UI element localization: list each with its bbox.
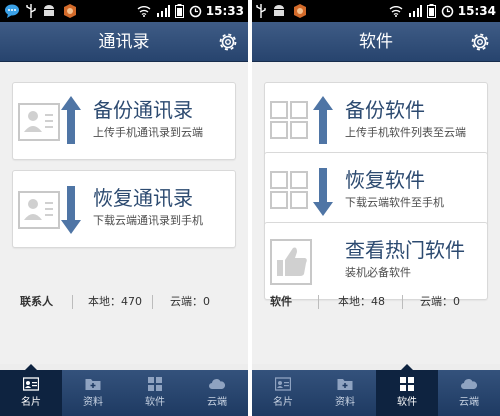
restore-contacts-card[interactable]: 恢复通讯录 下载云端通讯录到手机 [12, 170, 236, 248]
tab-profile[interactable]: 资料 [62, 370, 124, 416]
main-content: 备份软件 上传手机软件列表至云端 恢复软件 下载云端软件至手机 查看热门软件 装… [252, 62, 500, 364]
cloud-icon [209, 379, 225, 389]
stats-divider [318, 295, 319, 309]
stats-local: 本地：48 [338, 295, 385, 308]
android-icon [44, 5, 54, 16]
usb-icon [256, 4, 266, 18]
stage: 15:33 通讯录 备份通讯录 上传手机通讯录到云端 恢复通讯录 下载云端通讯录… [0, 0, 500, 416]
cloud-icon [461, 379, 477, 389]
status-time: 15:34 [457, 4, 496, 18]
thumbs-up-icon [270, 239, 312, 285]
card-title: 备份通讯录 [93, 98, 193, 122]
hot-software-card[interactable]: 查看热门软件 装机必备软件 [264, 222, 488, 300]
card-title: 查看热门软件 [345, 238, 465, 262]
backup-contacts-card[interactable]: 备份通讯录 上传手机通讯录到云端 [12, 82, 236, 160]
tab-label: 云端 [207, 397, 227, 408]
wifi-icon [389, 6, 403, 17]
apps-download-icon [270, 168, 333, 216]
signal-icon [157, 5, 170, 17]
tab-cloud[interactable]: 云端 [186, 370, 248, 416]
gear-icon[interactable] [216, 30, 240, 54]
title-bar: 通讯录 [0, 22, 248, 62]
card-subtitle: 上传手机通讯录到云端 [93, 126, 203, 139]
stats-row: 软件 本地：48 云端：0 [252, 294, 500, 310]
contact-download-icon [18, 186, 81, 234]
id-card-icon [275, 377, 291, 391]
status-time: 15:33 [205, 4, 244, 18]
card-subtitle: 下载云端软件至手机 [345, 196, 444, 209]
gear-icon[interactable] [468, 30, 492, 54]
stats-row: 联系人 本地：470 云端：0 [0, 294, 248, 310]
usb-icon [26, 4, 36, 18]
card-subtitle: 装机必备软件 [345, 266, 411, 279]
app-notification-icon [294, 4, 306, 18]
stats-divider [72, 295, 73, 309]
apps-grid-icon [148, 377, 162, 391]
page-title: 通讯录 [98, 32, 150, 52]
tab-label: 软件 [397, 397, 417, 408]
apps-upload-icon [270, 96, 333, 144]
tab-label: 名片 [21, 397, 41, 408]
folder-add-icon [337, 379, 353, 390]
tab-label: 云端 [459, 397, 479, 408]
stats-divider [402, 295, 403, 309]
tab-label: 资料 [335, 397, 355, 408]
tab-card[interactable]: 名片 [0, 370, 62, 416]
title-bar: 软件 [252, 22, 500, 62]
alarm-icon [441, 5, 454, 17]
stats-divider [152, 295, 153, 309]
restore-software-card[interactable]: 恢复软件 下载云端软件至手机 [264, 152, 488, 230]
chat-bubble-icon [5, 4, 19, 18]
tab-cloud[interactable]: 云端 [438, 370, 500, 416]
tab-bar: 名片 资料 软件 云端 [0, 370, 248, 416]
battery-icon [175, 4, 184, 18]
card-title: 备份软件 [345, 98, 425, 122]
stats-cloud: 云端：0 [170, 295, 210, 308]
stats-label: 软件 [270, 295, 292, 308]
stats-cloud: 云端：0 [420, 295, 460, 308]
tab-profile[interactable]: 资料 [314, 370, 376, 416]
stats-label: 联系人 [20, 295, 53, 308]
wifi-icon [137, 6, 151, 17]
contacts-screen: 15:33 通讯录 备份通讯录 上传手机通讯录到云端 恢复通讯录 下载云端通讯录… [0, 0, 248, 416]
backup-software-card[interactable]: 备份软件 上传手机软件列表至云端 [264, 82, 488, 160]
tab-label: 软件 [145, 397, 165, 408]
tab-label: 资料 [83, 397, 103, 408]
tab-bar: 名片 资料 软件 云端 [252, 370, 500, 416]
android-icon [274, 5, 284, 16]
card-title: 恢复软件 [345, 168, 425, 192]
card-subtitle: 下载云端通讯录到手机 [93, 214, 203, 227]
id-card-icon [23, 377, 39, 391]
battery-icon [427, 4, 436, 18]
tab-label: 名片 [273, 397, 293, 408]
alarm-icon [189, 5, 202, 17]
tab-card[interactable]: 名片 [252, 370, 314, 416]
contact-upload-icon [18, 96, 81, 144]
page-title: 软件 [359, 32, 393, 52]
tab-software[interactable]: 软件 [124, 370, 186, 416]
card-subtitle: 上传手机软件列表至云端 [345, 126, 466, 139]
status-bar: 15:34 [252, 0, 500, 22]
status-bar: 15:33 [0, 0, 248, 22]
card-title: 恢复通讯录 [93, 186, 193, 210]
signal-icon [409, 5, 422, 17]
app-notification-icon [64, 4, 76, 18]
folder-add-icon [85, 379, 101, 390]
software-screen: 15:34 软件 备份软件 上传手机软件列表至云端 恢复软件 下载云端软件至手机… [252, 0, 500, 416]
tab-software[interactable]: 软件 [376, 370, 438, 416]
apps-grid-icon [400, 377, 414, 391]
main-content: 备份通讯录 上传手机通讯录到云端 恢复通讯录 下载云端通讯录到手机 联系人 本地… [0, 62, 248, 364]
stats-local: 本地：470 [88, 295, 142, 308]
